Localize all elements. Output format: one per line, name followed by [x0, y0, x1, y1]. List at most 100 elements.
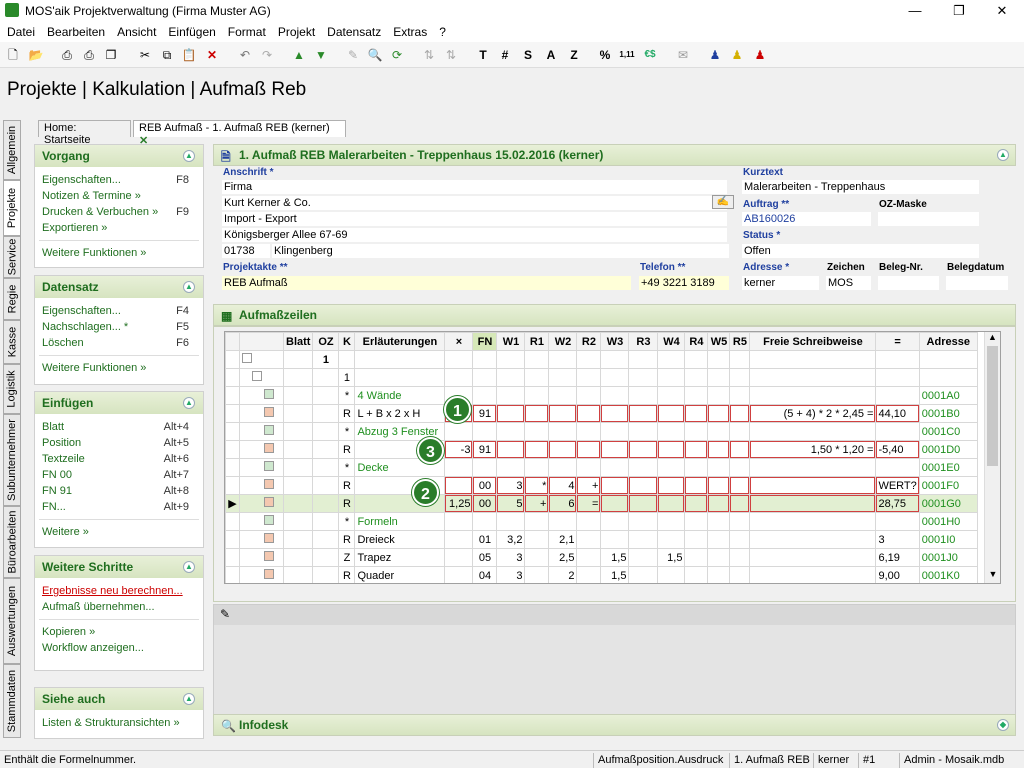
cell[interactable]	[576, 422, 602, 441]
cell[interactable]	[875, 422, 920, 441]
link-drucken[interactable]: Drucken & Verbuchen » F9	[35, 204, 203, 220]
cell[interactable]: R	[338, 476, 356, 495]
infodesk-header[interactable]: 🔍 Infodesk ◆	[213, 714, 1016, 736]
cell[interactable]: 6	[548, 494, 578, 513]
cell[interactable]	[444, 476, 474, 495]
cell[interactable]	[684, 386, 709, 405]
vtab-subunternehmer[interactable]: Subunternehmer	[3, 414, 21, 506]
tree-cell[interactable]	[239, 548, 284, 567]
cell[interactable]	[576, 386, 602, 405]
cell[interactable]	[444, 422, 474, 441]
column-header[interactable]: R2	[576, 332, 602, 351]
tree-cell[interactable]	[239, 512, 284, 531]
cell[interactable]	[524, 422, 550, 441]
cell[interactable]	[707, 440, 731, 459]
cell[interactable]: 3	[875, 530, 920, 549]
table-row[interactable]: Z Trapez 05 3 2,5 1,5 1,5 6,19 0001J0	[225, 548, 978, 567]
address-line-1[interactable]: Firma	[222, 180, 727, 194]
cell[interactable]: 4	[548, 476, 578, 495]
cell[interactable]: 1,5	[657, 548, 686, 567]
cell[interactable]	[600, 512, 630, 531]
cell[interactable]: 1,5	[600, 548, 630, 567]
cell[interactable]	[628, 422, 659, 441]
table-row[interactable]: * Formeln 0001H0	[225, 512, 978, 531]
link-weitere-funktionen[interactable]: Weitere Funktionen »	[35, 360, 203, 376]
tree-cell[interactable]	[239, 494, 284, 513]
column-header[interactable]: R1	[524, 332, 550, 351]
link-weitere-funktionen[interactable]: Weitere Funktionen »	[35, 245, 203, 261]
table-row[interactable]: R Dreieck 01 3,2 2,1 3 0001I0	[225, 530, 978, 549]
cell[interactable]: -3	[444, 440, 474, 459]
column-header[interactable]: ×	[444, 332, 474, 351]
cell[interactable]	[524, 440, 550, 459]
z-button[interactable]: Z	[565, 46, 583, 64]
menu-einfuegen[interactable]: Einfügen	[162, 22, 221, 42]
vtab-allgemein[interactable]: Allgemein	[3, 120, 21, 180]
cell[interactable]	[749, 476, 877, 495]
tree-cell[interactable]	[239, 422, 284, 441]
cell[interactable]	[684, 476, 709, 495]
cell[interactable]: 91	[472, 440, 498, 459]
cell[interactable]	[628, 404, 659, 423]
vtab-logistik[interactable]: Logistik	[3, 364, 21, 414]
cell[interactable]: 0001H0	[918, 512, 978, 531]
edit-icon[interactable]: ✎	[344, 46, 362, 64]
cell[interactable]	[576, 566, 602, 583]
link-eigenschaften[interactable]: Eigenschaften... F4	[35, 303, 203, 319]
menu-datensatz[interactable]: Datensatz	[321, 22, 387, 42]
collapse-icon[interactable]: ▲	[183, 150, 195, 162]
cell[interactable]	[729, 404, 751, 423]
cell[interactable]	[472, 368, 498, 387]
cell[interactable]	[600, 404, 630, 423]
cell[interactable]	[576, 404, 602, 423]
cell[interactable]	[749, 512, 877, 531]
percent-button[interactable]: %	[596, 46, 614, 64]
link-listen[interactable]: Listen & Strukturansichten »	[35, 715, 203, 731]
column-header[interactable]: Freie Schreibweise	[749, 332, 877, 351]
cell[interactable]	[312, 512, 340, 531]
cell[interactable]	[628, 458, 659, 477]
cell[interactable]: 0001B0	[918, 404, 978, 423]
cell[interactable]: 0001J0	[918, 548, 978, 567]
cell[interactable]	[472, 350, 498, 369]
scroll-down-icon[interactable]: ▼	[985, 569, 1000, 583]
cell[interactable]	[600, 422, 630, 441]
user-yellow-icon[interactable]: ♟	[728, 46, 746, 64]
table-row[interactable]: * 4 Wände 0001A0	[225, 386, 978, 405]
cell[interactable]	[628, 368, 659, 387]
maximize-button[interactable]: ❐	[937, 0, 981, 22]
link-kopieren[interactable]: Kopieren »	[35, 624, 203, 640]
cell[interactable]	[548, 440, 578, 459]
cell[interactable]	[628, 386, 659, 405]
cell[interactable]	[729, 476, 751, 495]
cell[interactable]: 0001I0	[918, 530, 978, 549]
decimal-button[interactable]: 1,11	[618, 46, 636, 64]
cell[interactable]: 2,5	[548, 548, 578, 567]
cell[interactable]	[354, 350, 446, 369]
column-header[interactable]: FN	[472, 332, 498, 351]
cell[interactable]: *	[524, 476, 550, 495]
tree-cell[interactable]	[239, 368, 284, 387]
vtab-auswertungen[interactable]: Auswertungen	[3, 578, 21, 664]
cell[interactable]	[524, 386, 550, 405]
cell[interactable]	[707, 422, 731, 441]
cell[interactable]	[729, 548, 751, 567]
link-notizen[interactable]: Notizen & Termine »	[35, 188, 203, 204]
collapse-icon[interactable]: ▲	[183, 397, 195, 409]
cell[interactable]	[444, 368, 474, 387]
cell[interactable]	[312, 530, 340, 549]
cell[interactable]: 91	[472, 404, 498, 423]
vtab-stammdaten[interactable]: Stammdaten	[3, 664, 21, 738]
vtab-regie[interactable]: Regie	[3, 278, 21, 320]
signature-icon[interactable]: ✍	[712, 195, 734, 209]
cell[interactable]: 0001A0	[918, 386, 978, 405]
cell[interactable]	[875, 350, 920, 369]
cell[interactable]	[657, 512, 686, 531]
currency-button[interactable]: €$	[641, 46, 659, 64]
cell[interactable]	[657, 368, 686, 387]
cell[interactable]: *	[338, 512, 356, 531]
cell[interactable]	[749, 422, 877, 441]
print-icon[interactable]: ⎙	[58, 46, 76, 64]
cell[interactable]	[354, 368, 446, 387]
cell[interactable]	[576, 548, 602, 567]
